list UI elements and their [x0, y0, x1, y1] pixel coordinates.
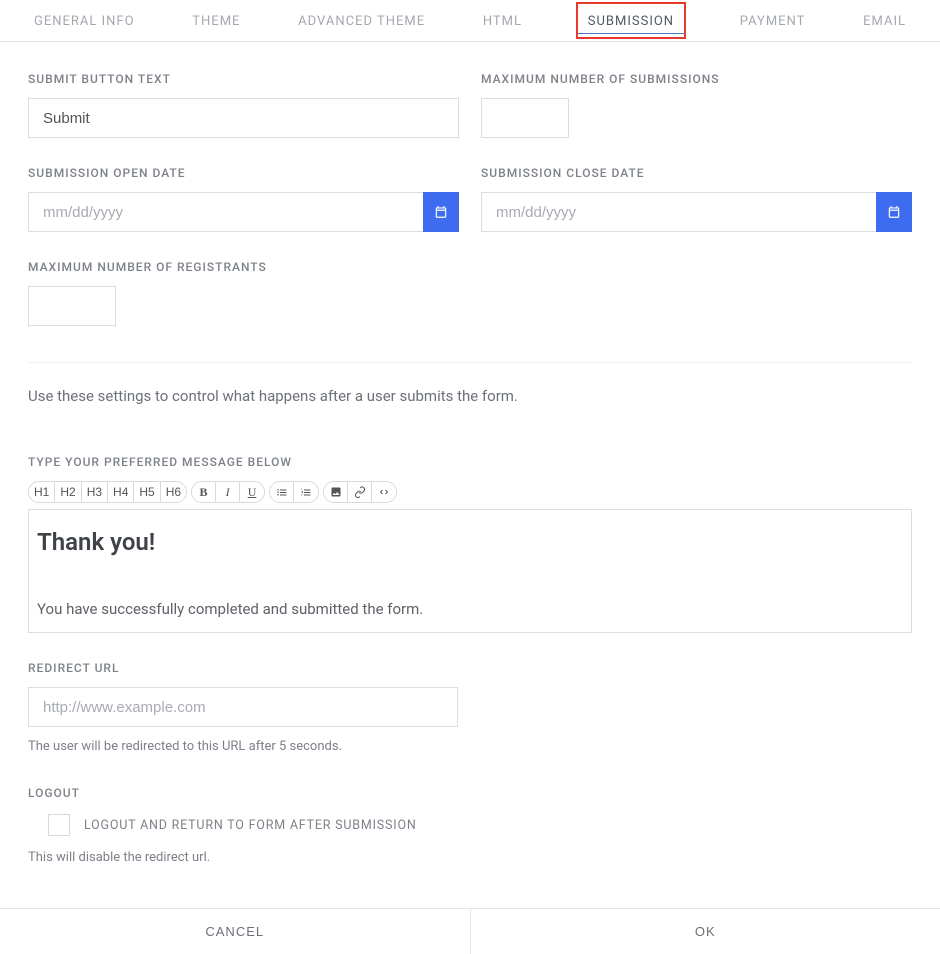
redirect-url-label: REDIRECT URL — [28, 661, 912, 675]
divider — [28, 362, 912, 363]
max-submissions-input[interactable] — [481, 98, 569, 138]
max-registrants-label: MAXIMUM NUMBER OF REGISTRANTS — [28, 260, 912, 274]
open-date-label: SUBMISSION OPEN DATE — [28, 166, 459, 180]
tab-submission[interactable]: SUBMISSION — [576, 2, 686, 39]
message-body: You have successfully completed and subm… — [37, 600, 903, 618]
code-button[interactable] — [372, 482, 396, 502]
tab-html[interactable]: HTML — [479, 2, 526, 39]
heading-h3-button[interactable]: H3 — [82, 482, 108, 502]
tab-theme[interactable]: THEME — [188, 2, 244, 39]
italic-button[interactable]: I — [216, 482, 240, 502]
logout-checkbox-label: LOGOUT AND RETURN TO FORM AFTER SUBMISSI… — [84, 818, 417, 833]
footer: CANCEL OK — [0, 908, 940, 954]
calendar-icon — [434, 205, 448, 219]
cancel-button[interactable]: CANCEL — [0, 909, 471, 954]
submit-button-text-input[interactable] — [28, 98, 459, 138]
open-date-input[interactable] — [28, 192, 423, 232]
tab-advanced-theme[interactable]: ADVANCED THEME — [294, 2, 429, 39]
tab-payment[interactable]: PAYMENT — [736, 2, 810, 39]
calendar-icon — [887, 205, 901, 219]
underline-button[interactable]: U — [240, 482, 264, 502]
message-heading: Thank you! — [37, 528, 903, 556]
link-icon — [354, 486, 366, 498]
max-registrants-input[interactable] — [28, 286, 116, 326]
list-ul-icon — [276, 486, 288, 498]
content-area: SUBMIT BUTTON TEXT MAXIMUM NUMBER OF SUB… — [0, 42, 940, 865]
link-button[interactable] — [348, 482, 372, 502]
logout-label: LOGOUT — [28, 786, 912, 800]
message-label: TYPE YOUR PREFERRED MESSAGE BELOW — [28, 455, 912, 469]
ordered-list-button[interactable] — [294, 482, 318, 502]
heading-h4-button[interactable]: H4 — [108, 482, 134, 502]
submit-button-text-label: SUBMIT BUTTON TEXT — [28, 72, 459, 86]
code-icon — [378, 486, 390, 498]
image-button[interactable] — [324, 482, 348, 502]
logout-help-text: This will disable the redirect url. — [28, 850, 912, 865]
tab-email[interactable]: EMAIL — [859, 2, 910, 39]
heading-h5-button[interactable]: H5 — [134, 482, 160, 502]
heading-h6-button[interactable]: H6 — [161, 482, 186, 502]
close-date-label: SUBMISSION CLOSE DATE — [481, 166, 912, 180]
image-icon — [330, 486, 342, 498]
tab-general-info[interactable]: GENERAL INFO — [30, 2, 139, 39]
ok-button[interactable]: OK — [471, 909, 940, 954]
open-date-calendar-button[interactable] — [423, 192, 459, 232]
redirect-help-text: The user will be redirected to this URL … — [28, 739, 912, 754]
max-submissions-label: MAXIMUM NUMBER OF SUBMISSIONS — [481, 72, 912, 86]
bold-button[interactable]: B — [192, 482, 216, 502]
post-submit-description: Use these settings to control what happe… — [28, 387, 912, 405]
editor-toolbar: H1 H2 H3 H4 H5 H6 B I U — [28, 481, 912, 503]
close-date-input[interactable] — [481, 192, 876, 232]
heading-h2-button[interactable]: H2 — [55, 482, 81, 502]
tabs-bar: GENERAL INFO THEME ADVANCED THEME HTML S… — [0, 0, 940, 42]
heading-h1-button[interactable]: H1 — [29, 482, 55, 502]
message-editor[interactable]: Thank you! You have successfully complet… — [28, 509, 912, 633]
close-date-calendar-button[interactable] — [876, 192, 912, 232]
logout-checkbox[interactable] — [48, 814, 70, 836]
list-ol-icon — [300, 486, 312, 498]
redirect-url-input[interactable] — [28, 687, 458, 727]
unordered-list-button[interactable] — [270, 482, 294, 502]
